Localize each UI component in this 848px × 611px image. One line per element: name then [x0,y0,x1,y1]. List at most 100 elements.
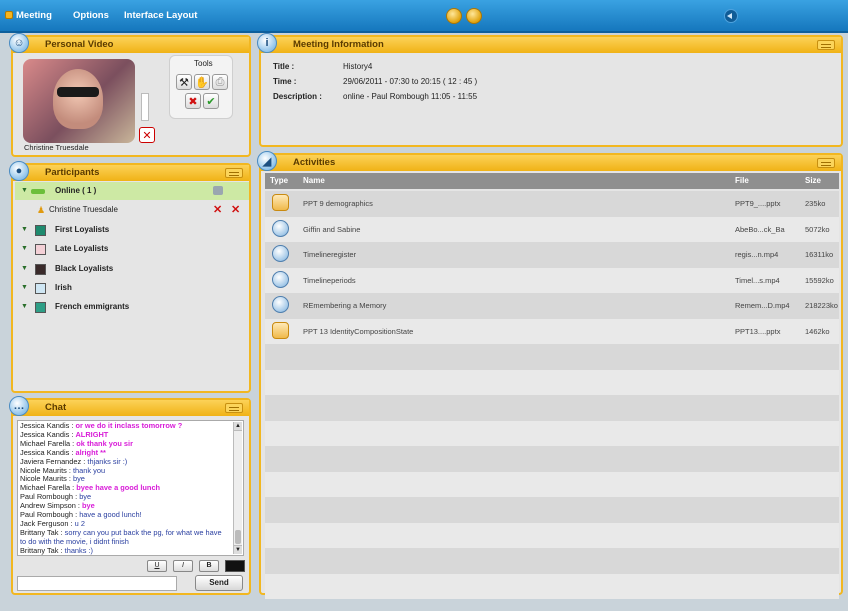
accept-icon[interactable]: ✔ [203,93,219,109]
column-type[interactable]: Type [270,173,288,189]
online-group-row[interactable]: ▼ Online ( 1 ) [15,182,249,200]
group-row-first-loyalists[interactable]: ▼ First Loyalists [15,221,249,239]
chat-text: thjanks sir :) [87,456,128,466]
row-name: Giffin and Sabine [303,224,361,234]
expand-arrow-icon[interactable]: ▼ [21,221,28,239]
column-name[interactable]: Name [303,173,325,189]
panel-title: Chat [13,400,249,416]
group-row-french-emmigrants[interactable]: ▼ French emmigrants [15,298,249,316]
send-button[interactable]: Send [195,575,243,591]
row-file: PPT13....pptx [735,326,781,336]
row-name: REmembering a Memory [303,301,387,310]
menu-interface-layout[interactable]: Interface Layout [124,10,197,21]
row-file: PPT9_....pptx [735,199,781,208]
text-color-picker[interactable] [225,560,245,572]
expand-arrow-icon[interactable]: ▼ [21,279,28,297]
expand-arrow-icon[interactable]: ▼ [21,298,28,316]
group-row-irish[interactable]: ▼ Irish [15,279,249,297]
chat-input[interactable] [17,576,177,591]
chat-sender: Jessica Kandis [20,421,70,430]
chat-log[interactable]: Jessica Kandis : or we do it inclass tom… [17,420,244,556]
group-row-black-loyalists[interactable]: ▼ Black Loyalists [15,260,249,278]
chat-sender: Nicole Maurits [20,465,67,475]
chat-sender: Michael Farella [20,438,71,448]
row-name: PPT 9 demographics [303,199,373,208]
group-label: French emmigrants [55,302,130,311]
bold-button[interactable]: B [199,560,219,572]
chat-sender: Michael Farella [20,483,71,493]
menu-meeting[interactable]: Meeting [16,10,52,21]
chat-text: byee have a good lunch [76,483,161,493]
chat-sender: Jessica Kandis [20,447,70,457]
table-row [265,446,839,472]
table-header: Type Name File Size [265,173,839,189]
row-size: 1462ko [805,326,830,336]
row-file: Remem...D.mp4 [735,301,790,310]
group-color-swatch [35,225,46,236]
group-label: Black Loyalists [55,264,114,273]
settings-icon[interactable] [466,8,482,24]
reject-icon[interactable]: ✖ [185,93,201,109]
minimize-button[interactable] [817,40,835,50]
column-file[interactable]: File [735,173,749,189]
print-icon[interactable]: ⎙ [212,74,228,90]
panel-title: Participants [13,165,249,181]
video-user-name: Christine Truesdale [24,143,89,152]
meeting-info-panel: Meeting Information i Title : History4 T… [257,33,843,147]
expand-arrow-icon[interactable]: ▼ [21,240,28,258]
group-row-late-loyalists[interactable]: ▼ Late Loyalists [15,240,249,258]
chat-text: bye [73,474,85,484]
camera-icon [213,186,223,195]
presentation-file-icon [272,321,289,339]
collapse-arrow-icon[interactable] [724,9,738,23]
kick-icon[interactable]: ✕ [231,201,240,219]
volume-slider[interactable] [141,93,149,121]
table-row[interactable]: REmembering a Memory Remem...D.mp4 218223k… [265,293,839,319]
chat-sender: Javiera Fernandez [20,456,82,466]
record-icon[interactable] [446,8,462,24]
minimize-button[interactable] [817,158,835,168]
participant-name: Christine Truesdale [49,205,118,214]
hand-icon[interactable]: ✋ [194,74,210,90]
table-row[interactable]: Timelineperiods Timel...s.mp4 15592ko [265,267,839,293]
participants-icon: ● [9,161,29,181]
chat-sender: Paul Rombough [20,510,74,520]
chat-scrollbar[interactable]: ▲ ▼ [233,422,242,554]
online-status-icon [31,189,45,194]
video-file-icon [272,219,289,237]
chat-sender: Jessica Kandis [20,429,70,439]
hammer-icon[interactable]: ⚒ [176,74,192,90]
menu-options[interactable]: Options [73,10,109,21]
table-row [265,548,839,574]
minimize-button[interactable] [225,403,243,413]
scroll-thumb[interactable] [235,530,241,544]
row-name: Timelineperiods [303,275,356,285]
table-row[interactable]: PPT 13 IdentityCompositionState PPT13....… [265,318,839,344]
video-file-icon [272,245,289,262]
table-row[interactable]: Giffin and Sabine AbeBo...ck_Ba 5072ko [265,216,839,242]
scroll-up-icon[interactable]: ▲ [234,422,242,431]
description-label: Description : [273,92,322,101]
table-row[interactable]: PPT 9 demographics PPT9_....pptx 235ko [265,191,839,217]
table-row [265,573,839,599]
minimize-button[interactable] [225,168,243,178]
panel-title: Personal Video [13,37,249,53]
meeting-menu-icon [5,11,13,19]
italic-button[interactable]: I [173,560,193,572]
group-color-swatch [35,302,46,313]
user-icon: ♟ [37,205,46,215]
stop-video-icon[interactable]: ✕ [139,127,155,143]
column-size[interactable]: Size [805,173,821,189]
expand-arrow-icon[interactable]: ▼ [21,182,28,200]
chat-text: thanks :) [64,545,93,555]
chat-text: u 2 [74,518,85,528]
scroll-down-icon[interactable]: ▼ [234,545,242,554]
group-color-swatch [35,283,46,294]
table-row[interactable]: Timelineregister regis...n.mp4 16311ko [265,242,839,268]
remove-icon[interactable]: ✕ [213,201,222,219]
activities-panel: Activities ◢ Type Name File Size PPT 9 d… [257,151,843,599]
expand-arrow-icon[interactable]: ▼ [21,260,28,278]
participant-row[interactable]: ♟ Christine Truesdale ✕ ✕ [15,201,249,219]
underline-button[interactable]: U [147,560,167,572]
chat-text: sorry can you put back the pg, for what … [64,527,222,537]
